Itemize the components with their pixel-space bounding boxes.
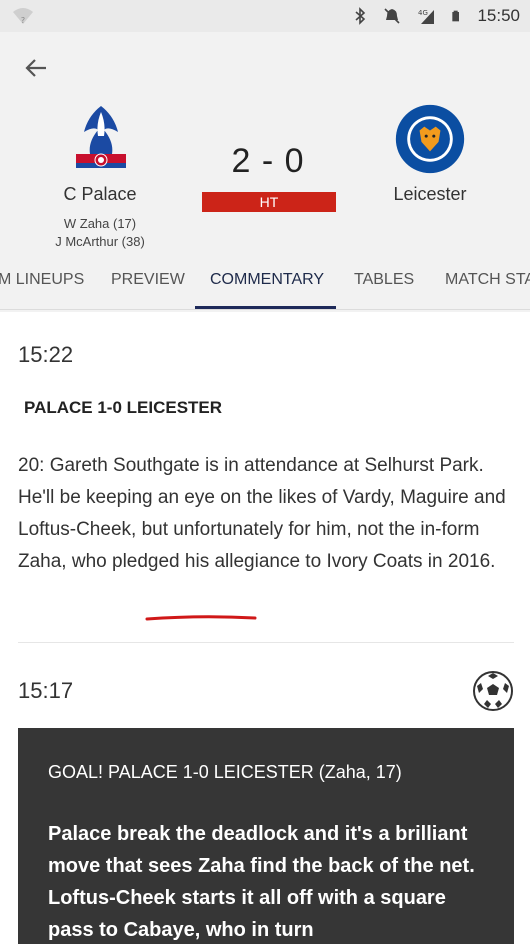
entry-text-after: in 2016. [422, 551, 496, 572]
home-scorers: W Zaha (17) J McArthur (38) [30, 215, 170, 251]
battery-icon [452, 10, 460, 22]
football-icon [473, 671, 513, 711]
home-team-name: C Palace [63, 184, 137, 204]
crystal-palace-crest [76, 106, 126, 168]
leicester-city-crest [395, 104, 465, 174]
match-status-badge: HT [202, 192, 336, 212]
signal-icon: 4G [418, 9, 435, 24]
score: 2 - 0 [231, 142, 305, 180]
svg-text:4G: 4G [418, 9, 428, 17]
tab-preview[interactable]: PREVIEW [111, 258, 185, 309]
tab-match-stats[interactable]: MATCH STA [445, 258, 530, 309]
tab-commentary[interactable]: COMMENTARY [210, 258, 324, 309]
status-icons: 4G 15:50 [351, 0, 520, 32]
entry-text-highlight: Ivory Coats [326, 551, 423, 572]
clock: 15:50 [477, 6, 520, 25]
scorer: W Zaha (17) [63, 216, 137, 231]
tab-tables[interactable]: TABLES [354, 258, 414, 309]
status-bar: ? 4G 15:50 [0, 0, 530, 32]
scorer: J McArthur (38) [55, 234, 145, 249]
svg-text:?: ? [21, 16, 25, 25]
entry-headline: PALACE 1-0 LEICESTER [24, 398, 223, 417]
away-team-name: Leicester [393, 184, 467, 204]
notifications-off-icon [384, 8, 401, 24]
goal-text: Palace break the deadlock and it's a bri… [48, 823, 475, 941]
entry-text: 20: Gareth Southgate is in attendance at… [18, 450, 518, 578]
commentary-feed[interactable]: 15:22 PALACE 1-0 LEICESTER 20: Gareth So… [0, 312, 530, 944]
arrow-left-icon[interactable] [22, 54, 50, 82]
match-tabs: M LINEUPS PREVIEW COMMENTARY TABLES MATC… [0, 258, 530, 310]
goal-title: GOAL! PALACE 1-0 LEICESTER (Zaha, 17) [48, 762, 402, 782]
entry-time: 15:17 [18, 678, 74, 703]
wifi-icon: ? [13, 8, 33, 25]
goal-event-card: GOAL! PALACE 1-0 LEICESTER (Zaha, 17) Pa… [18, 728, 514, 944]
active-tab-indicator [195, 306, 336, 309]
divider [18, 642, 514, 643]
red-underline-annotation [145, 615, 257, 621]
entry-time: 15:22 [18, 342, 74, 367]
tab-lineups[interactable]: M LINEUPS [0, 258, 84, 309]
bluetooth-icon [355, 7, 366, 25]
